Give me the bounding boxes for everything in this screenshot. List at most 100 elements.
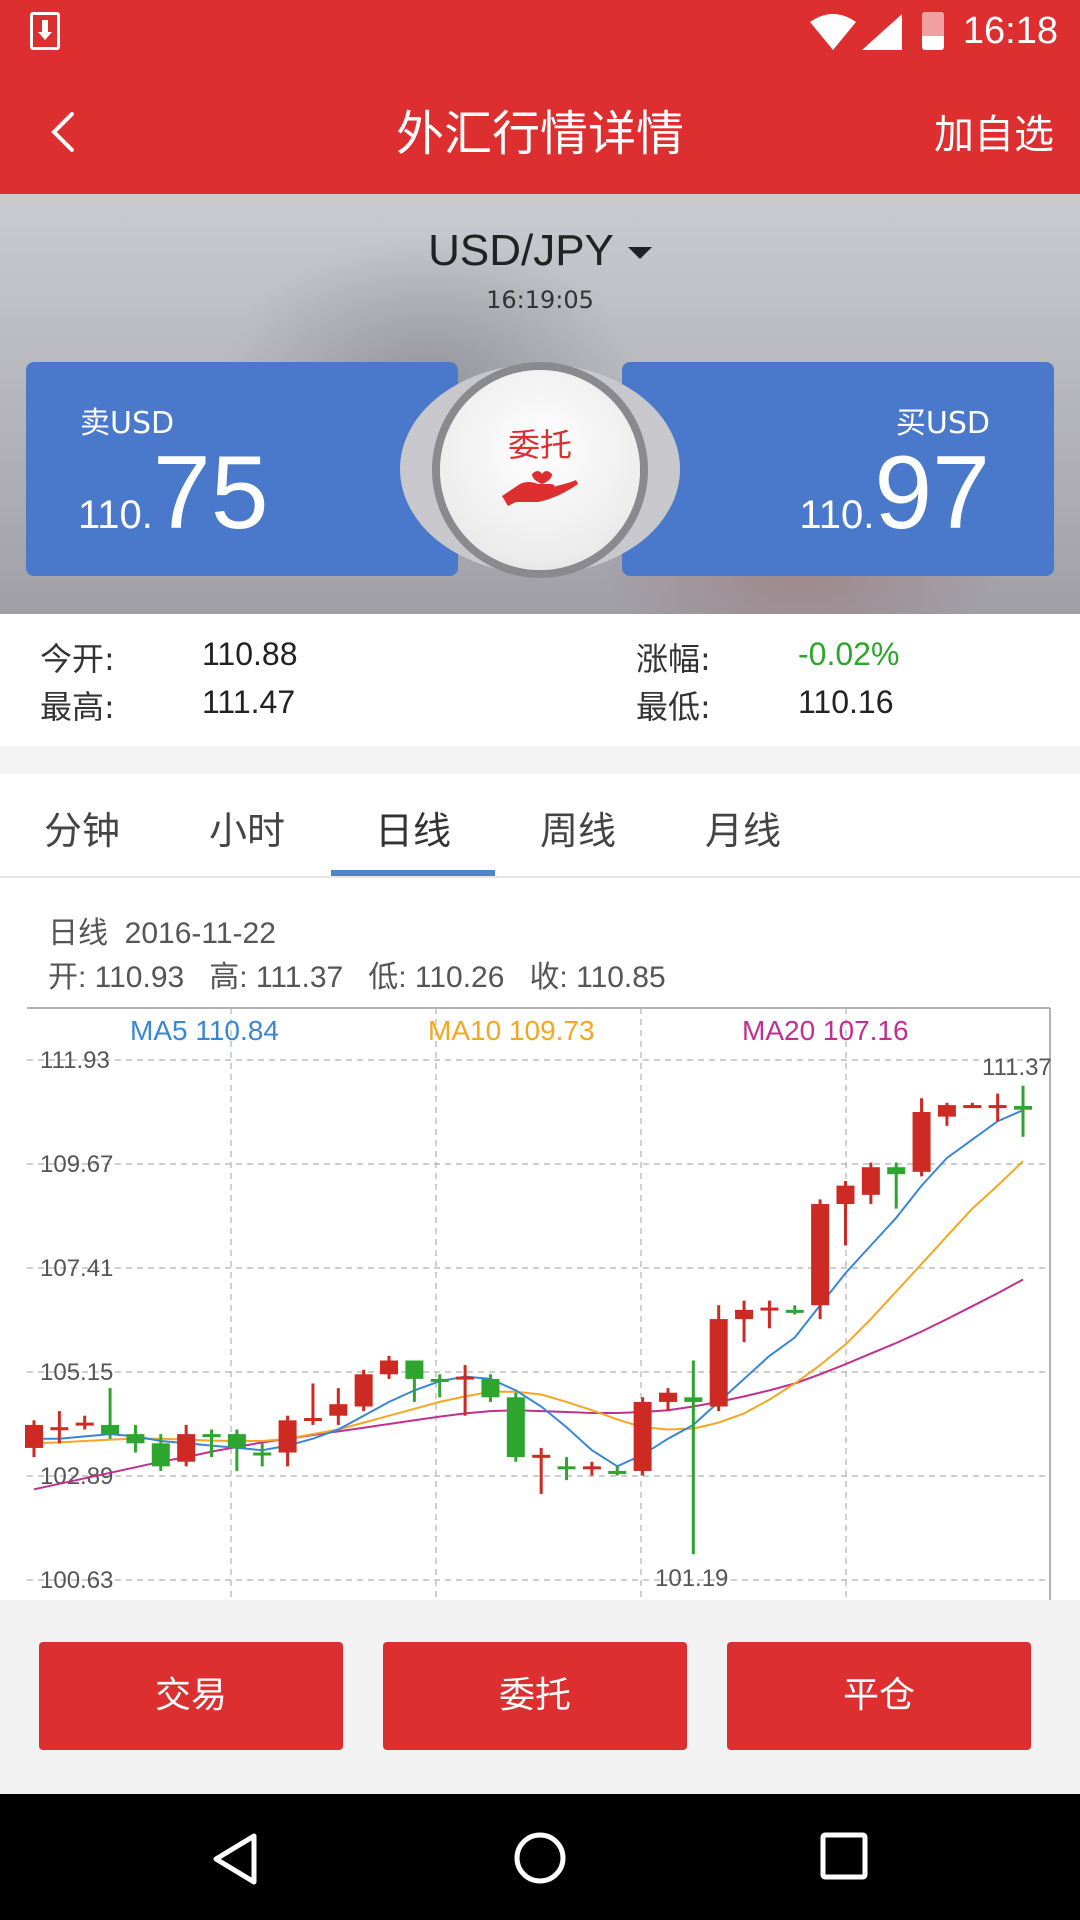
app-header: 外汇行情详情 加自选: [0, 64, 1080, 194]
kline-close: 收: 110.85: [529, 961, 666, 994]
status-bar: 16:18: [0, 0, 1080, 64]
candle-body: [811, 1204, 830, 1306]
entrust-circle-button[interactable]: 委托: [440, 370, 640, 570]
candle-body: [177, 1434, 196, 1462]
open-value: 110.88: [202, 636, 298, 672]
close-position-button[interactable]: 平仓: [727, 1642, 1031, 1750]
candle-body: [785, 1309, 804, 1313]
tab-hour[interactable]: 小时: [165, 800, 329, 855]
buy-quote-button[interactable]: 买USD 110.97: [622, 362, 1054, 576]
candle-body: [303, 1418, 322, 1422]
candle-body: [380, 1360, 399, 1375]
low-label: 最低:: [636, 688, 711, 726]
candle-body: [684, 1397, 703, 1402]
candle-body: [405, 1360, 424, 1379]
candle-body: [101, 1424, 120, 1435]
kline-ohlc-row: 开: 110.93 高: 111.37 低: 110.26 收: 110.85: [48, 952, 666, 996]
nav-back-icon[interactable]: [210, 1832, 260, 1886]
candle-body: [557, 1466, 576, 1470]
candle-body: [963, 1105, 982, 1109]
change-value: -0.02%: [798, 636, 900, 672]
high-value: 111.47: [202, 684, 296, 720]
candle-body: [836, 1185, 855, 1205]
candlestick-chart[interactable]: 111.93109.67107.41105.15102.89100.63MA5 …: [0, 1000, 1080, 1600]
entrust-button[interactable]: 委托: [383, 1642, 687, 1750]
period-tabs: 分钟 小时 日线 周线 月线: [0, 774, 1080, 878]
quote-stats: 今开: 110.88 最高: 111.47 涨幅: -0.02% 最低: 110…: [0, 614, 1080, 748]
ma-legend-item: MA20 107.16: [742, 1015, 909, 1046]
candle-body: [126, 1434, 145, 1444]
candle-body: [887, 1167, 906, 1175]
sell-quote-button[interactable]: 卖USD 110.75: [26, 362, 458, 576]
max-price-label: 111.37: [982, 1054, 1052, 1081]
y-tick-label: 105.15: [40, 1359, 113, 1386]
tab-daily[interactable]: 日线: [331, 800, 495, 855]
candle-body: [227, 1434, 246, 1448]
kline-date-row: 日线 2016-11-22: [48, 908, 276, 952]
quote-panel: USD/JPY 16:19:05 卖USD 110.75 买USD 110.97…: [0, 194, 1080, 614]
candle-body: [430, 1378, 449, 1382]
candle-body: [481, 1378, 500, 1398]
download-icon: [30, 12, 60, 50]
low-value: 110.16: [798, 684, 894, 720]
candle-body: [75, 1422, 94, 1426]
tab-weekly[interactable]: 周线: [496, 800, 660, 855]
tab-monthly[interactable]: 月线: [661, 800, 825, 855]
candle-body: [582, 1466, 601, 1470]
kline-date: 2016-11-22: [124, 917, 276, 950]
candle-body: [278, 1420, 297, 1453]
candle-body: [202, 1434, 221, 1438]
high-label: 最高:: [40, 688, 115, 726]
candle-body: [50, 1427, 69, 1431]
candle-body: [25, 1424, 43, 1448]
open-label: 今开:: [40, 640, 115, 678]
entrust-circle-label: 委托: [507, 426, 572, 464]
candle-body: [151, 1443, 170, 1467]
candle-body: [937, 1105, 956, 1117]
dropdown-caret-icon: [627, 247, 652, 260]
candle-body: [735, 1309, 754, 1320]
ma-legend-item: MA5 110.84: [130, 1015, 279, 1046]
candle-body: [608, 1470, 627, 1474]
candle-body: [329, 1404, 348, 1416]
status-time: 16:18: [962, 10, 1058, 52]
candle-body: [658, 1392, 677, 1402]
system-nav-bar: [0, 1794, 1080, 1920]
active-tab-indicator: [331, 870, 495, 876]
min-price-label: 101.19: [655, 1565, 728, 1592]
candle-body: [633, 1401, 652, 1471]
nav-home-icon[interactable]: [512, 1830, 568, 1886]
battery-icon: [922, 12, 944, 50]
trade-button[interactable]: 交易: [39, 1642, 343, 1750]
hand-icon: [502, 471, 578, 506]
currency-pair: USD/JPY: [428, 226, 614, 275]
tab-minute[interactable]: 分钟: [0, 800, 164, 855]
currency-pair-selector[interactable]: USD/JPY: [0, 226, 1080, 276]
y-tick-label: 107.41: [40, 1255, 113, 1282]
candle-body: [988, 1105, 1007, 1109]
ma10-line: [33, 1160, 1024, 1445]
candle-body: [456, 1376, 475, 1380]
candle-body: [912, 1112, 931, 1172]
page-title: 外汇行情详情: [395, 106, 684, 162]
change-label: 涨幅:: [636, 640, 711, 678]
buy-price: 110.97: [799, 435, 990, 551]
action-bar: 交易 委托 平仓: [0, 1600, 1080, 1794]
signal-icon: [862, 14, 902, 50]
wifi-icon: [810, 14, 856, 50]
quote-time: 16:19:05: [486, 286, 594, 314]
candle-body: [532, 1454, 551, 1458]
kline-low: 低: 110.26: [368, 961, 505, 994]
candle-body: [354, 1374, 373, 1407]
ma-legend-item: MA10 109.73: [428, 1015, 595, 1046]
candle-body: [1014, 1106, 1032, 1110]
candle-body: [506, 1397, 525, 1458]
candle-body: [760, 1307, 779, 1311]
kline-period: 日线: [48, 917, 108, 950]
kline-open: 开: 110.93: [48, 961, 185, 994]
candle-body: [861, 1167, 880, 1195]
y-tick-label: 100.63: [40, 1567, 113, 1594]
nav-recents-icon[interactable]: [820, 1832, 868, 1880]
add-favorite-button[interactable]: 加自选: [934, 102, 1054, 160]
candle-body: [709, 1319, 728, 1407]
